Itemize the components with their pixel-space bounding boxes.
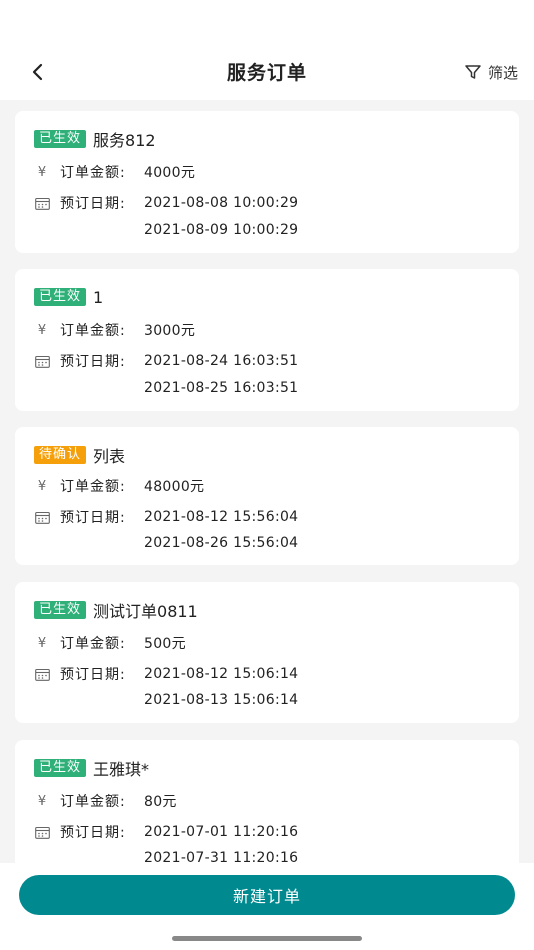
order-card[interactable]: 待确认 列表 ¥ 订单金额: 48000元 预订日期: 2021-08-12 1… [15, 427, 519, 565]
date-row: 预订日期: 2021-08-24 16:03:51 [34, 351, 298, 371]
end-date-row: 2021-07-31 11:20:16 [144, 848, 298, 863]
page-title: 服务订单 [226, 62, 307, 84]
amount-value: 4000元 [144, 165, 196, 181]
back-button[interactable] [22, 56, 54, 88]
bottom-bar: 新建订单 [0, 863, 534, 950]
create-order-button[interactable]: 新建订单 [19, 875, 515, 915]
order-card[interactable]: 已生效 王雅琪* ¥ 订单金额: 80元 预订日期: 2021-07-01 11… [15, 740, 519, 863]
amount-label: 订单金额: [60, 636, 126, 652]
end-date-row: 2021-08-13 15:06:14 [144, 690, 298, 710]
order-name: 服务812 [93, 131, 156, 150]
end-date: 2021-08-09 10:00:29 [144, 222, 299, 238]
amount-label: 订单金额: [60, 323, 126, 339]
order-card[interactable]: 已生效 服务812 ¥ 订单金额: 4000元 预订日期: 2021-08-08… [15, 111, 519, 253]
filter-button[interactable]: 筛选 [464, 58, 518, 86]
amount-value: 48000元 [144, 479, 205, 495]
yuan-icon: ¥ [37, 793, 47, 809]
filter-label: 筛选 [487, 63, 518, 82]
calendar-icon [34, 355, 50, 368]
chevron-left-icon [32, 63, 43, 81]
yuan-icon: ¥ [37, 322, 47, 338]
order-name: 测试订单0811 [93, 602, 198, 621]
start-date: 2021-08-08 10:00:29 [144, 195, 299, 211]
status-badge: 已生效 [34, 759, 87, 777]
date-row: 预订日期: 2021-08-12 15:06:14 [34, 664, 298, 684]
order-list[interactable]: 已生效 服务812 ¥ 订单金额: 4000元 预订日期: 2021-08-08… [0, 100, 534, 863]
end-date: 2021-08-13 15:06:14 [144, 692, 299, 708]
date-label: 预订日期: [60, 667, 126, 683]
order-card-header: 待确认 列表 [34, 444, 125, 466]
amount-label: 订单金额: [60, 479, 126, 495]
date-label: 预订日期: [60, 196, 126, 212]
amount-row: ¥ 订单金额: 3000元 [34, 320, 195, 340]
home-indicator[interactable] [172, 936, 362, 941]
amount-label: 订单金额: [60, 794, 126, 810]
yuan-icon: ¥ [37, 478, 47, 494]
end-date: 2021-07-31 11:20:16 [144, 850, 299, 863]
amount-value: 3000元 [144, 323, 196, 339]
status-badge: 待确认 [34, 446, 87, 464]
status-badge: 已生效 [34, 601, 87, 619]
calendar-icon [34, 668, 50, 681]
end-date-row: 2021-08-25 16:03:51 [144, 378, 298, 398]
calendar-icon [34, 511, 50, 524]
amount-row: ¥ 订单金额: 500元 [34, 633, 186, 653]
calendar-icon [34, 826, 50, 839]
start-date: 2021-07-01 11:20:16 [144, 824, 299, 840]
order-card-header: 已生效 1 [34, 286, 103, 308]
order-card[interactable]: 已生效 1 ¥ 订单金额: 3000元 预订日期: 2021-08-24 16:… [15, 269, 519, 411]
end-date: 2021-08-25 16:03:51 [144, 380, 299, 396]
date-row: 预订日期: 2021-08-12 15:56:04 [34, 507, 298, 527]
order-card[interactable]: 已生效 测试订单0811 ¥ 订单金额: 500元 预订日期: 2021-08-… [15, 582, 519, 723]
date-row: 预订日期: 2021-08-08 10:00:29 [34, 193, 298, 213]
start-date: 2021-08-12 15:06:14 [144, 666, 299, 682]
start-date: 2021-08-12 15:56:04 [144, 509, 299, 525]
order-name: 1 [93, 287, 104, 307]
order-name: 王雅琪* [93, 760, 150, 779]
calendar-icon [34, 197, 50, 210]
amount-row: ¥ 订单金额: 48000元 [34, 476, 204, 496]
amount-row: ¥ 订单金额: 80元 [34, 791, 177, 811]
order-card-header: 已生效 服务812 [34, 128, 156, 150]
order-name: 列表 [93, 447, 126, 466]
status-badge: 已生效 [34, 288, 87, 306]
status-badge: 已生效 [34, 130, 87, 148]
amount-row: ¥ 订单金额: 4000元 [34, 162, 195, 182]
date-row: 预订日期: 2021-07-01 11:20:16 [34, 822, 298, 842]
start-date: 2021-08-24 16:03:51 [144, 353, 299, 369]
yuan-icon: ¥ [37, 635, 47, 651]
date-label: 预订日期: [60, 825, 126, 841]
amount-value: 500元 [144, 636, 186, 652]
amount-label: 订单金额: [60, 165, 126, 181]
end-date: 2021-08-26 15:56:04 [144, 535, 299, 551]
date-label: 预订日期: [60, 510, 126, 526]
yuan-icon: ¥ [37, 164, 47, 180]
end-date-row: 2021-08-09 10:00:29 [144, 220, 298, 240]
order-card-header: 已生效 王雅琪* [34, 757, 149, 779]
nav-header: 服务订单 筛选 [0, 0, 534, 100]
order-card-header: 已生效 测试订单0811 [34, 599, 198, 621]
amount-value: 80元 [144, 794, 177, 810]
end-date-row: 2021-08-26 15:56:04 [144, 533, 298, 553]
date-label: 预订日期: [60, 354, 126, 370]
filter-icon [465, 65, 481, 79]
